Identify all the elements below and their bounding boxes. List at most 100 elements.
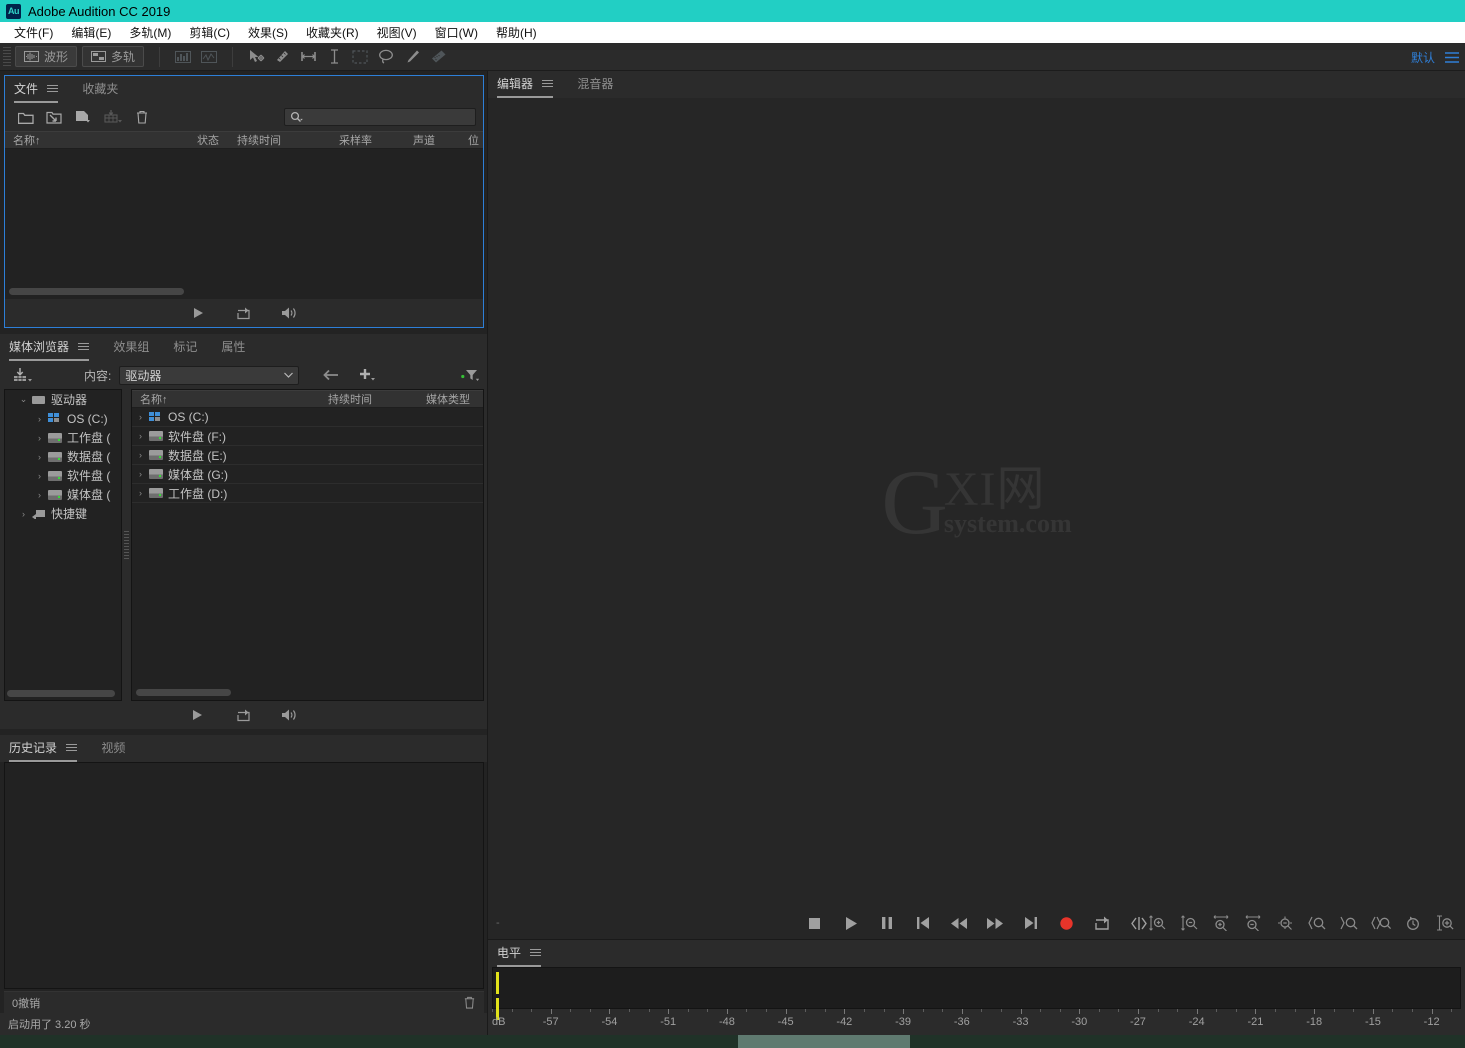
filter-media-type-button[interactable] (461, 368, 479, 382)
tree-item-drives[interactable]: ⌄ 驱动器 (5, 390, 121, 409)
tree-item-media-disk[interactable]: › 媒体盘 ( (5, 485, 121, 504)
slip-tool-icon[interactable] (269, 46, 295, 68)
zoom-full-button[interactable] (1433, 912, 1457, 934)
media-browser-splitter[interactable] (122, 389, 131, 701)
menu-help[interactable]: 帮助(H) (487, 22, 546, 43)
zoom-in-time-button[interactable] (1209, 912, 1233, 934)
tab-editor[interactable]: 编辑器 (497, 75, 553, 98)
chevron-right-icon[interactable]: › (31, 414, 48, 424)
files-search-box[interactable] (284, 108, 476, 126)
media-play-icon[interactable] (187, 705, 209, 725)
chevron-right-icon[interactable]: › (132, 488, 149, 498)
export-file-icon[interactable] (99, 106, 126, 128)
media-loop-icon[interactable] (233, 705, 255, 725)
spectral-frequency-icon[interactable] (170, 46, 196, 68)
tree-item-software-disk[interactable]: › 软件盘 ( (5, 466, 121, 485)
menu-clip[interactable]: 剪辑(C) (180, 22, 239, 43)
tree-item-data-disk[interactable]: › 数据盘 ( (5, 447, 121, 466)
tree-item-os-c[interactable]: › OS (C:) (5, 409, 121, 428)
files-col-duration[interactable]: 持续时间 (237, 132, 339, 148)
table-row[interactable]: › OS (C:) (132, 408, 483, 427)
workspace-default-label[interactable]: 默认 (1411, 49, 1435, 66)
tab-favorites[interactable]: 收藏夹 (82, 80, 118, 103)
chevron-down-icon[interactable]: ⌄ (15, 394, 32, 405)
zoom-out-time-button[interactable] (1241, 912, 1265, 934)
menu-window[interactable]: 窗口(W) (426, 22, 487, 43)
zoom-to-selection-out-button[interactable] (1337, 912, 1361, 934)
zoom-to-selection-in-button[interactable] (1305, 912, 1329, 934)
files-list-body[interactable] (5, 149, 483, 299)
rewind-button[interactable] (948, 912, 970, 934)
spectral-pitch-icon[interactable] (196, 46, 222, 68)
stop-button[interactable] (804, 912, 826, 934)
menu-file[interactable]: 文件(F) (5, 22, 62, 43)
files-loop-icon[interactable] (233, 303, 255, 323)
files-search-input[interactable] (306, 111, 456, 123)
zoom-out-full-button[interactable] (1273, 912, 1297, 934)
table-row[interactable]: › 工作盘 (D:) (132, 484, 483, 503)
multitrack-mode-button[interactable]: 多轨 (82, 46, 144, 67)
pause-button[interactable] (876, 912, 898, 934)
paintbrush-selection-tool-icon[interactable] (399, 46, 425, 68)
chevron-right-icon[interactable]: › (31, 433, 48, 443)
tab-media-browser[interactable]: 媒体浏览器 (9, 338, 89, 361)
media-browser-menu-icon[interactable] (78, 343, 89, 352)
clear-history-icon[interactable] (463, 996, 476, 1009)
table-row[interactable]: › 数据盘 (E:) (132, 446, 483, 465)
level-meter[interactable] (492, 967, 1461, 1009)
tree-item-shortcuts[interactable]: › 快捷键 (5, 504, 121, 523)
files-volume-icon[interactable] (279, 303, 301, 323)
workspace-menu-icon[interactable] (1445, 52, 1459, 63)
record-button[interactable] (1056, 912, 1078, 934)
fast-forward-button[interactable] (984, 912, 1006, 934)
marquee-selection-tool-icon[interactable] (347, 46, 373, 68)
media-col-name[interactable]: 名称↑ (132, 391, 328, 407)
import-file-icon[interactable] (41, 106, 68, 128)
history-panel-menu-icon[interactable] (66, 744, 77, 753)
drive-tree-pane[interactable]: ⌄ 驱动器 › OS (C:) › 工作盘 ( (4, 389, 122, 701)
media-col-duration[interactable]: 持续时间 (328, 391, 426, 407)
media-grid-horizontal-scrollbar[interactable] (136, 689, 231, 696)
tab-history[interactable]: 历史记录 (9, 739, 77, 762)
files-col-samplerate[interactable]: 采样率 (339, 132, 413, 148)
levels-panel-menu-icon[interactable] (530, 949, 541, 958)
open-file-icon[interactable] (12, 106, 39, 128)
media-volume-icon[interactable] (279, 705, 301, 725)
loop-button[interactable] (1092, 912, 1114, 934)
chevron-right-icon[interactable]: › (132, 469, 149, 479)
tab-effects-rack[interactable]: 效果组 (113, 338, 149, 361)
media-grid-rows[interactable]: › OS (C:) › 软件盘 (F:) › (132, 408, 483, 700)
move-tool-icon[interactable] (243, 46, 269, 68)
toolbar-grip[interactable] (3, 47, 11, 67)
files-col-bits[interactable]: 位 (468, 132, 479, 148)
skip-to-start-button[interactable] (912, 912, 934, 934)
files-col-name[interactable]: 名称↑ (5, 132, 197, 148)
chevron-right-icon[interactable]: › (132, 450, 149, 460)
tree-item-work-disk[interactable]: › 工作盘 ( (5, 428, 121, 447)
waveform-mode-button[interactable]: 波形 (15, 46, 77, 67)
editor-panel-menu-icon[interactable] (542, 80, 553, 89)
zoom-in-amplitude-button[interactable] (1145, 912, 1169, 934)
new-file-icon[interactable] (70, 106, 97, 128)
spot-healing-brush-icon[interactable] (425, 46, 451, 68)
table-row[interactable]: › 软件盘 (F:) (132, 427, 483, 446)
tab-video[interactable]: 视频 (101, 739, 125, 762)
zoom-history-button[interactable] (1401, 912, 1425, 934)
menu-multitrack[interactable]: 多轨(M) (120, 22, 180, 43)
menu-view[interactable]: 视图(V) (368, 22, 426, 43)
files-col-status[interactable]: 状态 (197, 132, 237, 148)
table-row[interactable]: › 媒体盘 (G:) (132, 465, 483, 484)
delete-file-icon[interactable] (128, 106, 155, 128)
time-selection-tool-icon[interactable] (295, 46, 321, 68)
tab-markers[interactable]: 标记 (173, 338, 197, 361)
files-panel-menu-icon[interactable] (47, 85, 58, 94)
zoom-out-amplitude-button[interactable] (1177, 912, 1201, 934)
chevron-right-icon[interactable]: › (31, 490, 48, 500)
chevron-right-icon[interactable]: › (132, 412, 149, 422)
history-list[interactable] (4, 762, 484, 989)
chevron-right-icon[interactable]: › (132, 431, 149, 441)
skip-to-end-button[interactable] (1020, 912, 1042, 934)
files-col-channels[interactable]: 声道 (413, 132, 468, 148)
menu-effects[interactable]: 效果(S) (239, 22, 297, 43)
files-horizontal-scrollbar[interactable] (9, 288, 184, 295)
